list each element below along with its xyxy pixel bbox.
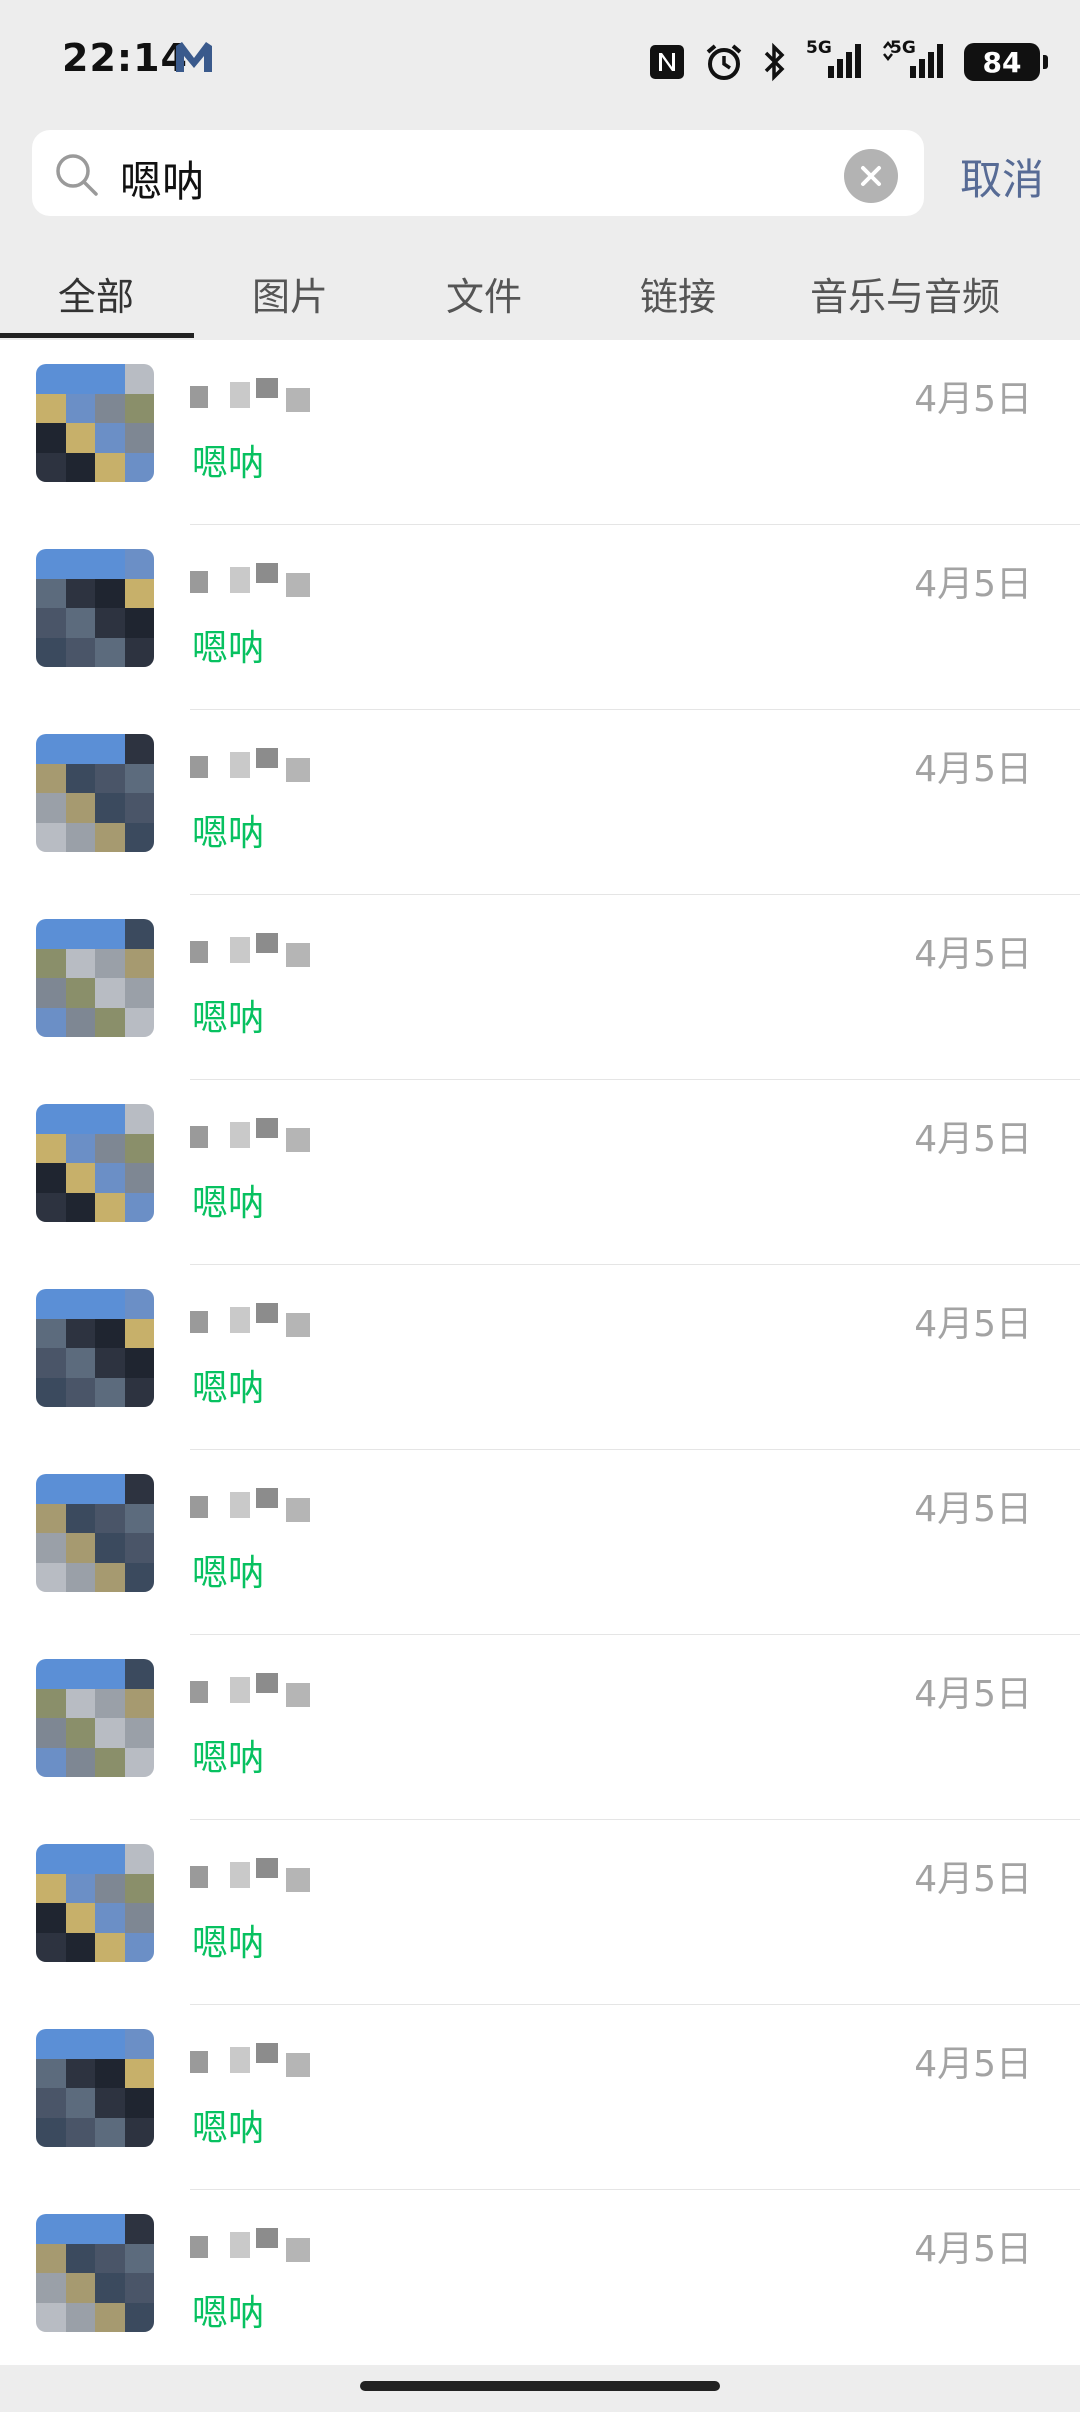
matched-message: 嗯呐	[192, 1923, 265, 1964]
system-nav-bar	[0, 2365, 1080, 2412]
tab-links[interactable]: 链接	[640, 266, 716, 321]
matched-message: 嗯呐	[192, 813, 265, 854]
search-result-row[interactable]: 嗯呐 4月5日	[0, 895, 1080, 1080]
matched-message: 嗯呐	[192, 1368, 265, 1409]
avatar	[36, 1474, 154, 1592]
message-date: 4月5日	[914, 1119, 1032, 1160]
message-date: 4月5日	[914, 749, 1032, 790]
nfc-icon	[650, 45, 684, 79]
message-date: 4月5日	[914, 379, 1032, 420]
message-date: 4月5日	[914, 564, 1032, 605]
app-notification-icon	[176, 42, 212, 72]
matched-message: 嗯呐	[192, 2108, 265, 2149]
contact-name-blurred	[190, 929, 320, 967]
avatar	[36, 1289, 154, 1407]
matched-message: 嗯呐	[192, 1738, 265, 1779]
signal-5g-icon-2: 5G	[882, 38, 946, 84]
matched-message: 嗯呐	[192, 2293, 265, 2334]
filter-tabs: 全部 图片 文件 链接 音乐与音频	[0, 238, 1080, 338]
matched-message: 嗯呐	[192, 1553, 265, 1594]
search-result-row[interactable]: 嗯呐 4月5日	[0, 1080, 1080, 1265]
search-result-row[interactable]: 嗯呐 4月5日	[0, 1635, 1080, 1820]
status-bar: 22:14 5G 5G 84	[0, 0, 1080, 120]
cancel-button[interactable]: 取消	[960, 146, 1044, 207]
signal-5g-icon: 5G	[806, 38, 864, 84]
message-date: 4月5日	[914, 1489, 1032, 1530]
matched-message: 嗯呐	[192, 1183, 265, 1224]
contact-name-blurred	[190, 1299, 320, 1337]
status-time: 22:14	[62, 36, 188, 80]
avatar	[36, 734, 154, 852]
search-result-row[interactable]: 嗯呐 4月5日	[0, 1450, 1080, 1635]
search-bar-row: 嗯呐 取消	[0, 120, 1080, 238]
home-indicator[interactable]	[360, 2381, 720, 2391]
bluetooth-icon	[764, 42, 785, 82]
search-result-row[interactable]: 嗯呐 4月5日	[0, 2005, 1080, 2190]
message-date: 4月5日	[914, 2229, 1032, 2270]
search-result-row[interactable]: 嗯呐 4月5日	[0, 710, 1080, 895]
avatar	[36, 549, 154, 667]
active-tab-indicator	[0, 333, 194, 338]
tab-files[interactable]: 文件	[446, 266, 522, 321]
tab-images[interactable]: 图片	[252, 266, 328, 321]
search-result-row[interactable]: 嗯呐 4月5日	[0, 2190, 1080, 2375]
status-icons: 5G 5G 84	[648, 36, 1048, 88]
search-input[interactable]: 嗯呐	[32, 130, 924, 216]
matched-message: 嗯呐	[192, 998, 265, 1039]
contact-name-blurred	[190, 744, 320, 782]
search-result-row[interactable]: 嗯呐 4月5日	[0, 340, 1080, 525]
avatar	[36, 364, 154, 482]
contact-name-blurred	[190, 1669, 320, 1707]
message-date: 4月5日	[914, 1304, 1032, 1345]
tab-music-audio[interactable]: 音乐与音频	[810, 266, 1000, 321]
search-result-row[interactable]: 嗯呐 4月5日	[0, 1265, 1080, 1450]
search-results-list: 嗯呐 4月5日 嗯呐 4月5日 嗯呐 4月5日 嗯呐 4月5日 嗯呐 4月5日 嗯呐 4月5日 嗯呐 4月…	[0, 340, 1080, 2375]
contact-name-blurred	[190, 2224, 320, 2262]
message-date: 4月5日	[914, 2044, 1032, 2085]
contact-name-blurred	[190, 1854, 320, 1892]
contact-name-blurred	[190, 559, 320, 597]
matched-message: 嗯呐	[192, 443, 265, 484]
message-date: 4月5日	[914, 1859, 1032, 1900]
matched-message: 嗯呐	[192, 628, 265, 669]
avatar	[36, 1104, 154, 1222]
alarm-icon	[706, 44, 742, 80]
battery-level: 84	[982, 45, 1022, 79]
contact-name-blurred	[190, 1114, 320, 1152]
tab-all[interactable]: 全部	[58, 266, 134, 321]
avatar	[36, 2029, 154, 2147]
avatar	[36, 919, 154, 1037]
close-icon	[861, 166, 881, 186]
search-result-row[interactable]: 嗯呐 4月5日	[0, 1820, 1080, 2005]
avatar	[36, 2214, 154, 2332]
clear-search-button[interactable]	[844, 149, 898, 203]
avatar	[36, 1659, 154, 1777]
contact-name-blurred	[190, 1484, 320, 1522]
avatar	[36, 1844, 154, 1962]
search-query-text: 嗯呐	[120, 157, 205, 206]
contact-name-blurred	[190, 2039, 320, 2077]
message-date: 4月5日	[914, 1674, 1032, 1715]
contact-name-blurred	[190, 374, 320, 412]
battery-icon: 84	[964, 43, 1048, 81]
message-date: 4月5日	[914, 934, 1032, 975]
search-result-row[interactable]: 嗯呐 4月5日	[0, 525, 1080, 710]
search-icon	[56, 154, 98, 196]
